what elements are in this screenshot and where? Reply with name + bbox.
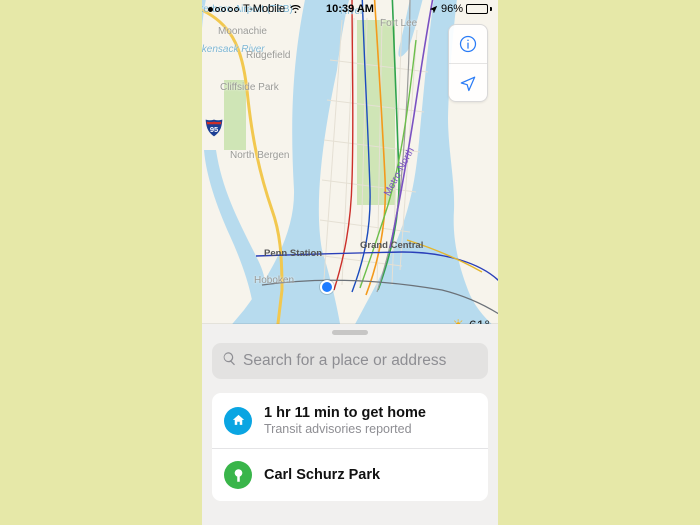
suggestion-park-title: Carl Schurz Park [264,467,380,483]
clock-label: 10:39 AM [202,3,498,15]
suggestion-park[interactable]: Carl Schurz Park [212,448,488,501]
label-north-bergen: North Bergen [230,150,289,161]
label-cliffside-park: Cliffside Park [220,82,279,93]
interstate-shield: 95 [204,118,224,138]
park-icon [224,461,252,489]
suggestion-park-text: Carl Schurz Park [264,467,380,483]
map-view[interactable]: Teterboro Airport (TEB) River Moonachie … [202,0,498,340]
suggestion-home-title: 1 hr 11 min to get home [264,405,426,421]
label-grand-central: Grand Central [360,240,423,251]
label-hoboken: Hoboken [254,275,294,286]
suggestions-card: 1 hr 11 min to get home Transit advisori… [212,393,488,501]
label-fort-lee: Fort Lee [380,18,417,29]
search-sheet[interactable]: 1 hr 11 min to get home Transit advisori… [202,324,498,525]
suggestion-home-subtitle: Transit advisories reported [264,422,426,436]
search-icon [222,351,237,371]
svg-text:95: 95 [210,125,218,134]
home-icon [224,407,252,435]
info-button[interactable] [449,25,487,63]
suggestion-home-text: 1 hr 11 min to get home Transit advisori… [264,405,426,436]
search-field[interactable] [212,343,488,379]
maps-app-screen: T-Mobile 10:39 AM 96% [202,0,498,525]
label-moonachie: Moonachie [218,26,267,37]
label-penn-station: Penn Station [264,248,322,259]
sheet-grabber[interactable] [332,330,368,335]
label-ridgefield: Ridgefield [246,50,290,61]
status-bar: T-Mobile 10:39 AM 96% [202,0,498,18]
current-location-dot [320,280,334,294]
locate-me-button[interactable] [449,63,487,101]
map-controls [448,24,488,102]
search-input[interactable] [243,352,478,370]
suggestion-home[interactable]: 1 hr 11 min to get home Transit advisori… [212,393,488,448]
